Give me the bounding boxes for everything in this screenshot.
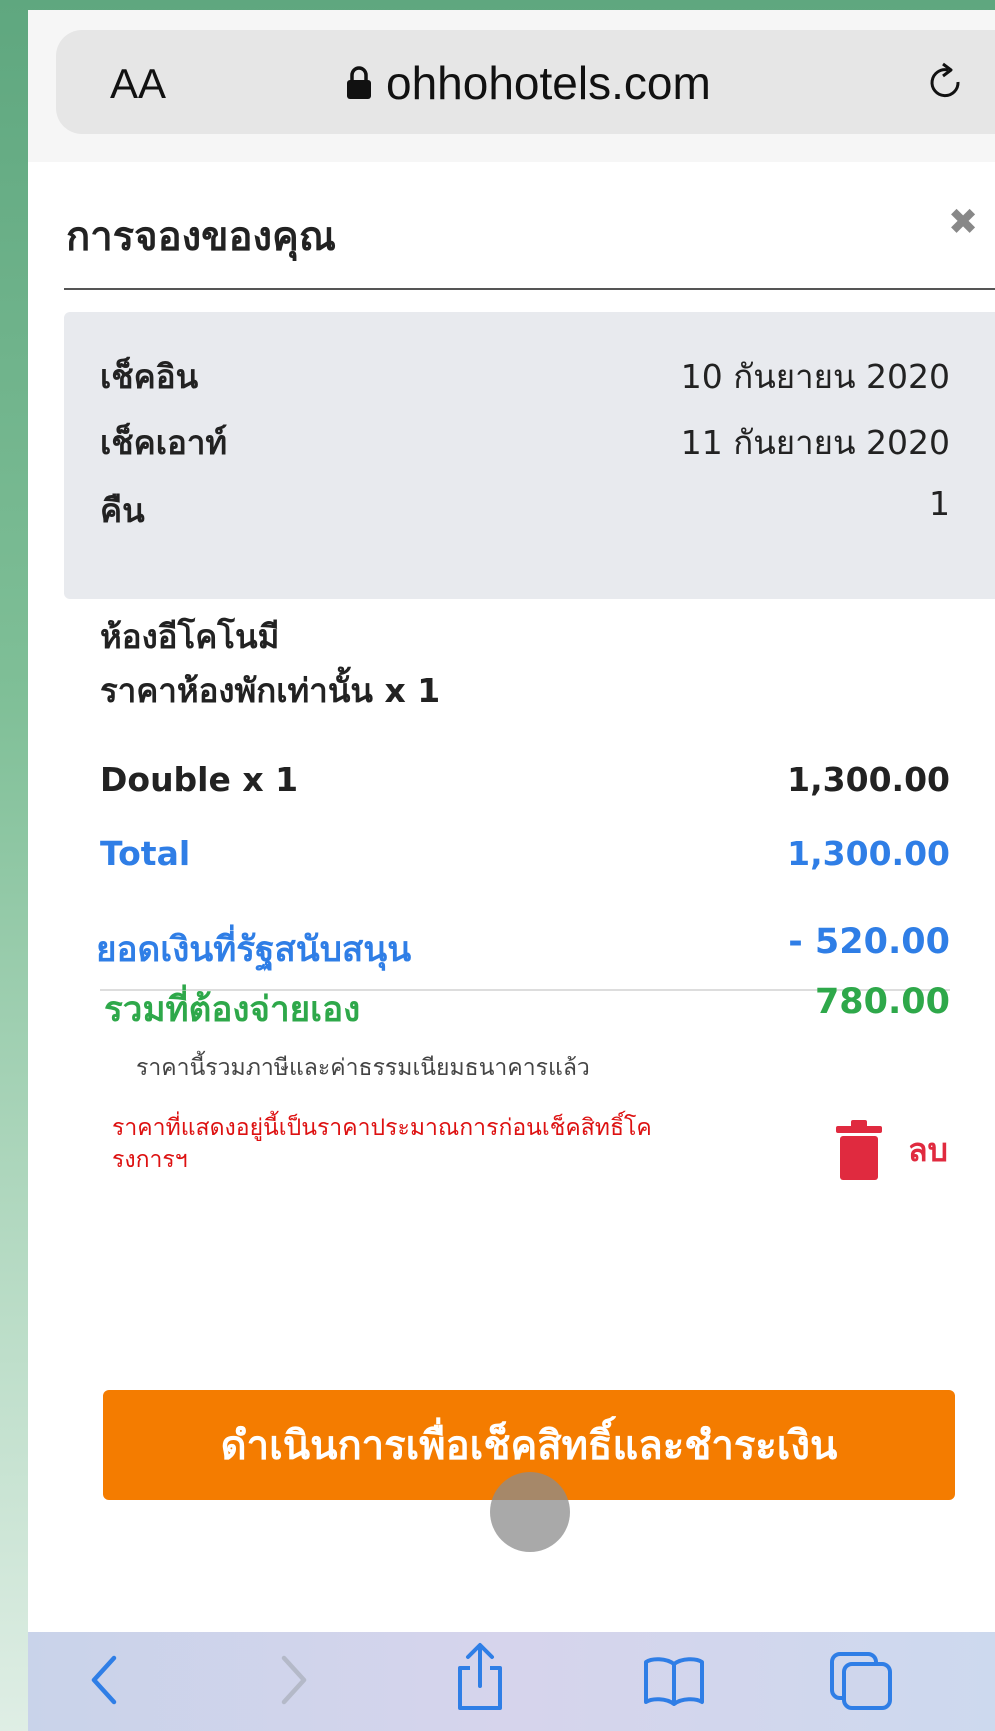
subsidy-label: ยอดเงินที่รัฐสนับสนุน [96,930,412,970]
tax-note: ราคานี้รวมภาษีและค่าธรรมเนียมธนาคารแล้ว [136,1055,590,1081]
subsidy-value: - 520.00 [788,922,950,962]
share-icon[interactable] [452,1642,508,1712]
check-out-label: เช็คเอาท์ [100,423,228,462]
check-out-row: เช็คเอาท์ 11 กันยายน 2020 [100,416,950,469]
check-in-label: เช็คอิน [100,357,199,396]
total-value: 1,300.00 [787,834,950,873]
title-divider [64,288,995,290]
lock-icon [347,66,371,99]
stay-dates-box: เช็คอิน 10 กันยายน 2020 เช็คเอาท์ 11 กัน… [64,312,995,599]
touch-indicator [490,1472,570,1552]
phone-screen: AA ohhohotels.com การจองของคุณ ✖ เช็คอิน… [28,10,995,1731]
booking-panel: การจองของคุณ ✖ เช็คอิน 10 กันยายน 2020 เ… [28,162,995,1632]
browser-toolbar [28,1632,995,1731]
text-size-button[interactable]: AA [110,60,166,108]
delete-button[interactable]: ลบ [836,1120,948,1180]
trash-icon [836,1120,882,1180]
subsidy-row: ยอดเงินที่รัฐสนับสนุน - 520.00 [96,922,950,977]
bookmarks-icon[interactable] [642,1656,706,1706]
address-bar[interactable]: AA ohhohotels.com [56,30,995,134]
check-in-value: 10 กันยายน 2020 [680,357,950,396]
nights-value: 1 [929,484,950,523]
delete-label: ลบ [908,1130,948,1169]
pay-label: รวมที่ต้องจ่ายเอง [104,990,361,1030]
room-rate: ราคาห้องพักเท่านั้น x 1 [100,671,441,710]
back-icon[interactable] [86,1652,122,1708]
line-item-label: Double x 1 [100,760,299,799]
close-icon[interactable]: ✖ [948,202,978,243]
line-item-row: Double x 1 1,300.00 [100,760,950,799]
nights-label: คืน [100,491,145,530]
room-name: ห้องอีโคโนมี [100,617,280,656]
line-item-value: 1,300.00 [787,760,950,799]
total-label: Total [100,834,191,873]
check-in-row: เช็คอิน 10 กันยายน 2020 [100,350,950,403]
panel-title: การจองของคุณ [66,214,336,260]
url-display[interactable]: ohhohotels.com [346,56,711,110]
forward-icon[interactable] [276,1652,312,1708]
total-row: Total 1,300.00 [100,834,950,873]
tabs-icon[interactable] [828,1650,894,1712]
reload-icon[interactable] [926,62,966,106]
url-text: ohhohotels.com [386,57,711,109]
estimate-warning: ราคาที่แสดงอยู่นี้เป็นราคาประมาณการก่อนเ… [112,1115,652,1173]
check-out-value: 11 กันยายน 2020 [680,423,950,462]
nights-row: คืน 1 [100,484,950,537]
pay-value: 780.00 [814,982,950,1022]
pay-row: รวมที่ต้องจ่ายเอง 780.00 [104,982,950,1037]
